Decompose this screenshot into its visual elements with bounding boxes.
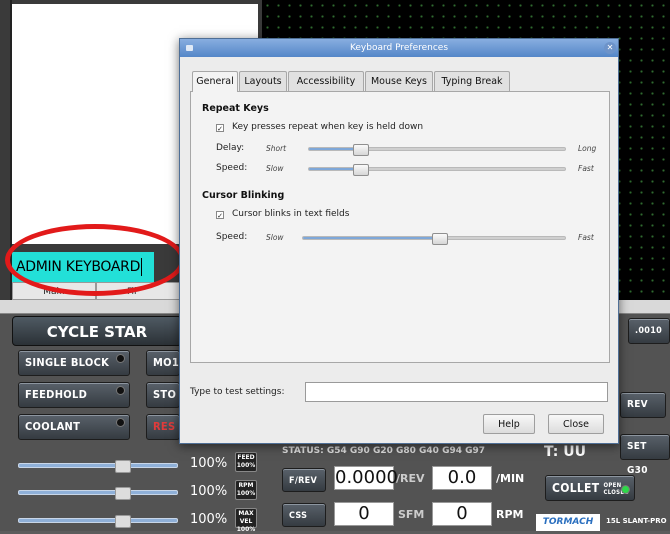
tool-number: T: UU xyxy=(544,444,586,460)
repeat-speed-min-label: Slow xyxy=(266,164,284,173)
slider-knob[interactable] xyxy=(115,515,131,528)
rpm-override-percent: 100% xyxy=(190,484,228,499)
help-button[interactable]: Help xyxy=(483,414,535,434)
test-settings-input[interactable] xyxy=(305,382,608,402)
rpm-label-top: RPM xyxy=(238,482,254,489)
dialog-title: Keyboard Preferences xyxy=(349,43,449,53)
feedhold-button[interactable]: FEEDHOLD xyxy=(18,382,130,408)
status-led xyxy=(116,354,125,363)
feed-label-bottom: 100% xyxy=(236,462,256,469)
cursor-blink-checkbox[interactable]: ✓ xyxy=(216,211,224,220)
delay-min-label: Short xyxy=(266,144,287,153)
set-g30-button[interactable]: SET G30 xyxy=(620,434,670,476)
sfm-value[interactable]: 0 xyxy=(334,502,394,526)
rev-button[interactable]: REV xyxy=(620,392,666,418)
slider-knob[interactable] xyxy=(432,233,448,245)
test-settings-label: Type to test settings: xyxy=(190,387,285,397)
repeat-keys-checkbox-label[interactable]: Key presses repeat when key is held down xyxy=(232,122,423,132)
feed-per-min-value[interactable]: 0.0 xyxy=(432,466,492,490)
single-block-button[interactable]: SINGLE BLOCK xyxy=(18,350,130,376)
max-vel-percent: 100% xyxy=(190,512,228,527)
m01-button[interactable]: MO1 xyxy=(146,350,180,376)
tab-mouse-keys[interactable]: Mouse Keys xyxy=(365,71,433,91)
close-button[interactable]: Close xyxy=(548,414,604,434)
blink-speed-slider[interactable] xyxy=(302,233,566,245)
close-icon[interactable]: ✕ xyxy=(604,42,616,54)
cursor-blinking-heading: Cursor Blinking xyxy=(202,190,285,201)
feed-mode-button[interactable]: F/REV xyxy=(282,468,326,492)
highlight-ring xyxy=(5,224,185,296)
sfm-unit: SFM xyxy=(398,508,425,521)
reset-button[interactable]: RES xyxy=(146,414,180,440)
repeat-speed-slider[interactable] xyxy=(308,164,566,176)
feed-per-rev-unit: /REV xyxy=(396,472,425,485)
max-vel-label: MAX VEL 100% xyxy=(235,508,257,533)
rpm-value[interactable]: 0 xyxy=(432,502,492,526)
blink-speed-max-label: Fast xyxy=(578,233,594,242)
feed-label-top: FEED xyxy=(237,454,255,461)
tab-layouts[interactable]: Layouts xyxy=(239,71,287,91)
feed-override-percent: 100% xyxy=(190,456,228,471)
delay-max-label: Long xyxy=(578,144,597,153)
feed-per-min-unit: /MIN xyxy=(496,472,525,485)
delay-slider[interactable] xyxy=(308,144,566,156)
slider-knob[interactable] xyxy=(353,164,369,176)
repeat-speed-label: Speed: xyxy=(216,163,248,173)
tab-accessibility[interactable]: Accessibility xyxy=(288,71,364,91)
delay-label: Delay: xyxy=(216,143,245,153)
css-mode-button[interactable]: CSS xyxy=(282,503,326,527)
machine-model: 15L SLANT-PRO xyxy=(606,517,667,525)
repeat-speed-max-label: Fast xyxy=(578,164,594,173)
slider-knob[interactable] xyxy=(115,487,131,500)
repeat-keys-checkbox[interactable]: ✓ xyxy=(216,124,224,133)
rpm-override-slider[interactable] xyxy=(18,487,178,500)
slider-fill xyxy=(303,237,439,239)
keyboard-preferences-dialog: Keyboard Preferences ✕ General Layouts A… xyxy=(179,38,619,444)
tab-typing-break[interactable]: Typing Break xyxy=(434,71,510,91)
max-vel-label-top: MAX VEL xyxy=(238,510,254,525)
feed-override-slider[interactable] xyxy=(18,460,178,473)
max-vel-label-bottom: 100% xyxy=(236,526,256,533)
cycle-start-button[interactable]: CYCLE STAR xyxy=(12,316,182,346)
status-led xyxy=(116,386,125,395)
cursor-blink-checkbox-label[interactable]: Cursor blinks in text fields xyxy=(232,209,349,219)
rpm-label-bottom: 100% xyxy=(236,490,256,497)
status-led xyxy=(116,418,125,427)
tormach-logo: TORMACH xyxy=(536,514,600,531)
collet-led xyxy=(621,485,630,494)
rpm-unit: RPM xyxy=(496,508,524,521)
window-menu-icon[interactable] xyxy=(186,45,193,51)
slider-knob[interactable] xyxy=(353,144,369,156)
tab-row: General Layouts Accessibility Mouse Keys… xyxy=(192,71,612,92)
feed-override-label: FEED 100% xyxy=(235,452,257,472)
jog-increment-button[interactable]: .0010 xyxy=(628,318,670,344)
feedhold-label: FEEDHOLD xyxy=(25,388,88,401)
status-line: STATUS: G54 G90 G20 G80 G40 G94 G97 xyxy=(282,446,486,456)
slider-knob[interactable] xyxy=(115,460,131,473)
tab-general[interactable]: General xyxy=(192,71,238,92)
coolant-label: COOLANT xyxy=(25,420,81,433)
blink-speed-label: Speed: xyxy=(216,232,248,242)
rpm-override-label: RPM 100% xyxy=(235,480,257,500)
feed-per-rev-value[interactable]: 0.0000 xyxy=(334,466,398,490)
max-vel-slider[interactable] xyxy=(18,515,178,528)
collet-button[interactable]: COLLET OPEN CLOSED xyxy=(545,475,635,501)
coolant-button[interactable]: COOLANT xyxy=(18,414,130,440)
stop-button[interactable]: STO xyxy=(146,382,180,408)
repeat-keys-heading: Repeat Keys xyxy=(202,103,269,114)
collet-label: COLLET xyxy=(552,481,600,495)
blink-speed-min-label: Slow xyxy=(266,233,284,242)
single-block-label: SINGLE BLOCK xyxy=(25,356,110,369)
